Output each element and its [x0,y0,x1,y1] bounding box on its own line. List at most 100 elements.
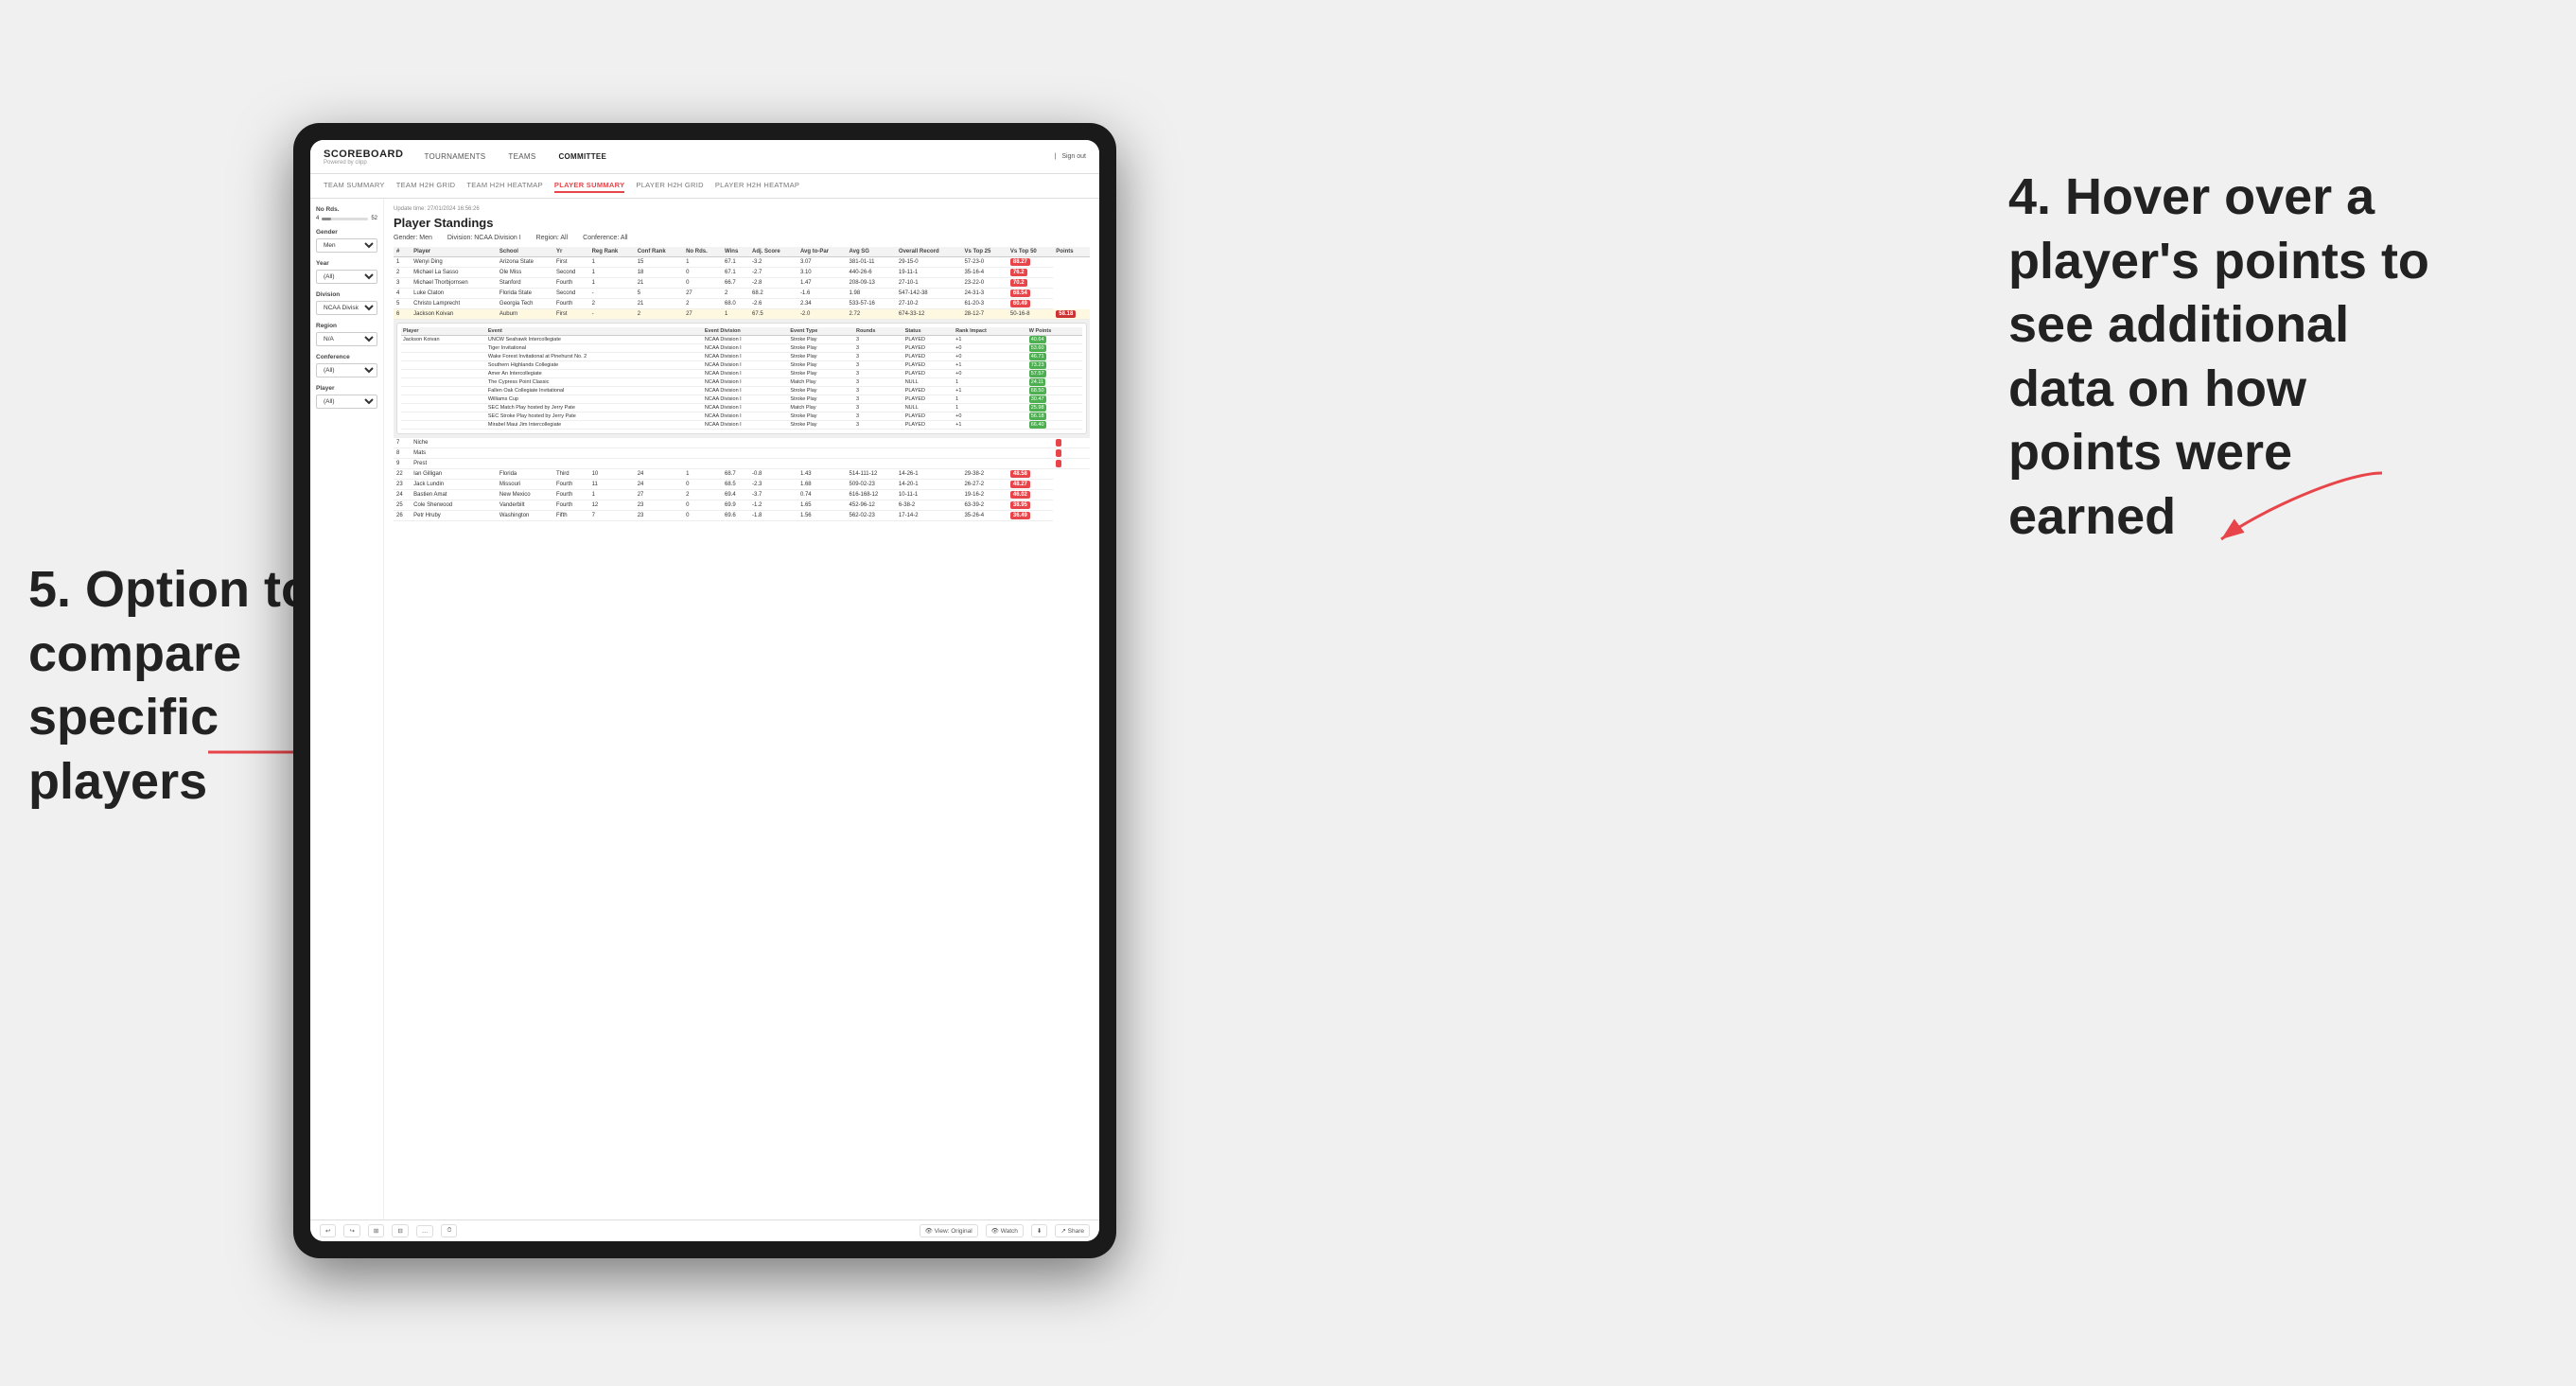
subnav-player-h2h-heatmap[interactable]: PLAYER H2H HEATMAP [715,179,799,193]
col-points: Points [1053,247,1090,257]
tt-points[interactable]: 68.50 [1029,387,1046,395]
redo-button[interactable]: ↪ [343,1224,359,1237]
tooltip-row: Player Event Event Division Event Type R… [394,320,1090,438]
points-badge[interactable]: 76.2 [1010,269,1027,276]
tt-points[interactable]: 24.11 [1029,378,1045,386]
paste-button[interactable]: ⊟ [392,1224,408,1237]
division-select[interactable]: NCAA Division I [316,301,377,315]
share-button[interactable]: ↗ Share [1055,1224,1090,1237]
tt-col-event-div: Event Division [703,327,789,336]
table-row: Mirabel Maui Jim Intercollegiate NCAA Di… [401,421,1082,430]
tt-points[interactable]: 30.47 [1029,395,1046,403]
sidebar-gender: Gender Men [316,229,377,253]
no-rds-label: No Rds. [316,206,377,213]
col-yr: Yr [553,247,589,257]
points-badge[interactable]: 88.27 [1010,258,1030,266]
points-badge-active[interactable]: 58.18 [1056,310,1076,318]
subnav-player-h2h-grid[interactable]: PLAYER H2H GRID [636,179,703,193]
download-button[interactable]: ⬇ [1031,1224,1047,1237]
tt-points[interactable]: 40.64 [1029,336,1046,343]
points-badge[interactable]: 38.95 [1010,501,1030,509]
player-select[interactable]: (All) [316,395,377,409]
gender-select[interactable]: Men [316,238,377,253]
tooltip-inner: Player Event Event Division Event Type R… [396,323,1087,434]
tt-col-status: Status [903,327,954,336]
points-badge[interactable]: 46.02 [1010,491,1030,499]
year-select[interactable]: (All) [316,270,377,284]
view-label: View: Original [935,1228,973,1235]
panel-title: Player Standings [394,216,1090,230]
tt-col-rank-impact: Rank Impact [954,327,1027,336]
points-badge[interactable] [1056,449,1061,457]
nav-committee[interactable]: COMMITTEE [554,150,610,163]
col-avg-to-par: Avg to-Par [797,247,847,257]
year-label: Year [316,260,377,267]
points-badge[interactable]: 60.49 [1010,300,1030,307]
watch-button[interactable]: 👁 Watch [986,1224,1024,1237]
table-row: 2 Michael La Sasso Ole Miss Second 1 18 … [394,268,1090,278]
player-label: Player [316,385,377,392]
points-badge[interactable] [1056,460,1061,467]
sidebar: No Rds. 4 52 Gender Men [310,199,384,1219]
points-badge[interactable]: 68.54 [1010,289,1030,297]
table-row: Tiger Invitational NCAA Division I Strok… [401,344,1082,353]
arrow-4-icon [2202,464,2392,558]
table-row: Fallen Oak Collegiate Invitational NCAA … [401,387,1082,395]
conference-select[interactable]: (All) [316,363,377,377]
nav-tournaments[interactable]: TOURNAMENTS [420,150,489,163]
tt-points[interactable]: 25.98 [1029,404,1046,412]
table-row: 9 Prest [394,459,1090,469]
more-button[interactable]: … [416,1225,434,1237]
subnav-team-summary[interactable]: TEAM SUMMARY [324,179,385,193]
clock-button[interactable]: ⏱ [441,1224,457,1237]
col-conf-rank: Conf Rank [635,247,683,257]
division-label: Division [316,291,377,298]
separator-icon: | [1054,153,1056,160]
col-adj-score: Adj. Score [749,247,797,257]
points-badge[interactable]: 70.2 [1010,279,1027,287]
region-select[interactable]: N/A [316,332,377,346]
copy-button[interactable]: ⊞ [368,1224,384,1237]
tt-points[interactable]: 56.18 [1029,412,1046,420]
sidebar-no-rds: No Rds. 4 52 [316,206,377,221]
points-badge[interactable]: 48.27 [1010,481,1030,488]
tt-points[interactable]: 66.40 [1029,421,1046,429]
no-rds-max: 52 [371,216,377,221]
undo-button[interactable]: ↩ [320,1224,336,1237]
subnav-team-h2h-grid[interactable]: TEAM H2H GRID [396,179,456,193]
tt-points[interactable]: 57.57 [1029,370,1046,377]
sidebar-region: Region N/A [316,323,377,346]
table-row: Southern Highlands Collegiate NCAA Divis… [401,361,1082,370]
table-row: 25 Cole Sherwood Vanderbilt Fourth 12 23… [394,500,1090,511]
sign-out-button[interactable]: Sign out [1061,153,1086,160]
tt-points[interactable]: 73.23 [1029,361,1046,369]
tablet-frame: SCOREBOARD Powered by clipp TOURNAMENTS … [293,123,1116,1258]
subnav-team-h2h-heatmap[interactable]: TEAM H2H HEATMAP [466,179,543,193]
view-original-button[interactable]: 👁 View: Original [920,1224,978,1237]
points-badge[interactable]: 48.58 [1010,470,1030,478]
table-row: SEC Stroke Play hosted by Jerry Pate NCA… [401,412,1082,421]
col-reg-rank: Reg Rank [589,247,635,257]
points-badge[interactable] [1056,439,1061,447]
tt-col-rounds: Rounds [854,327,903,336]
nav-teams[interactable]: TEAMS [504,150,539,163]
subnav-player-summary[interactable]: PLAYER SUMMARY [554,179,625,193]
points-badge[interactable]: 36.49 [1010,512,1030,519]
col-vs-top50: Vs Top 50 [1008,247,1053,257]
main-content: No Rds. 4 52 Gender Men [310,199,1099,1219]
tt-points[interactable]: 53.60 [1029,344,1046,352]
col-school: School [497,247,553,257]
col-rank: # [394,247,411,257]
tt-col-w-points: W Points [1027,327,1082,336]
table-row: Amer An Intercollegiate NCAA Division I … [401,370,1082,378]
view-icon: 👁 [925,1228,933,1235]
no-rds-slider[interactable] [322,218,368,220]
col-vs-top25: Vs Top 25 [961,247,1007,257]
share-label: Share [1068,1228,1084,1235]
share-icon: ↗ [1060,1228,1065,1235]
col-overall-record: Overall Record [896,247,962,257]
gender-label: Gender [316,229,377,236]
region-label: Region [316,323,377,329]
tt-points[interactable]: 46.71 [1029,353,1046,360]
region-filter: Region: All [536,235,568,241]
